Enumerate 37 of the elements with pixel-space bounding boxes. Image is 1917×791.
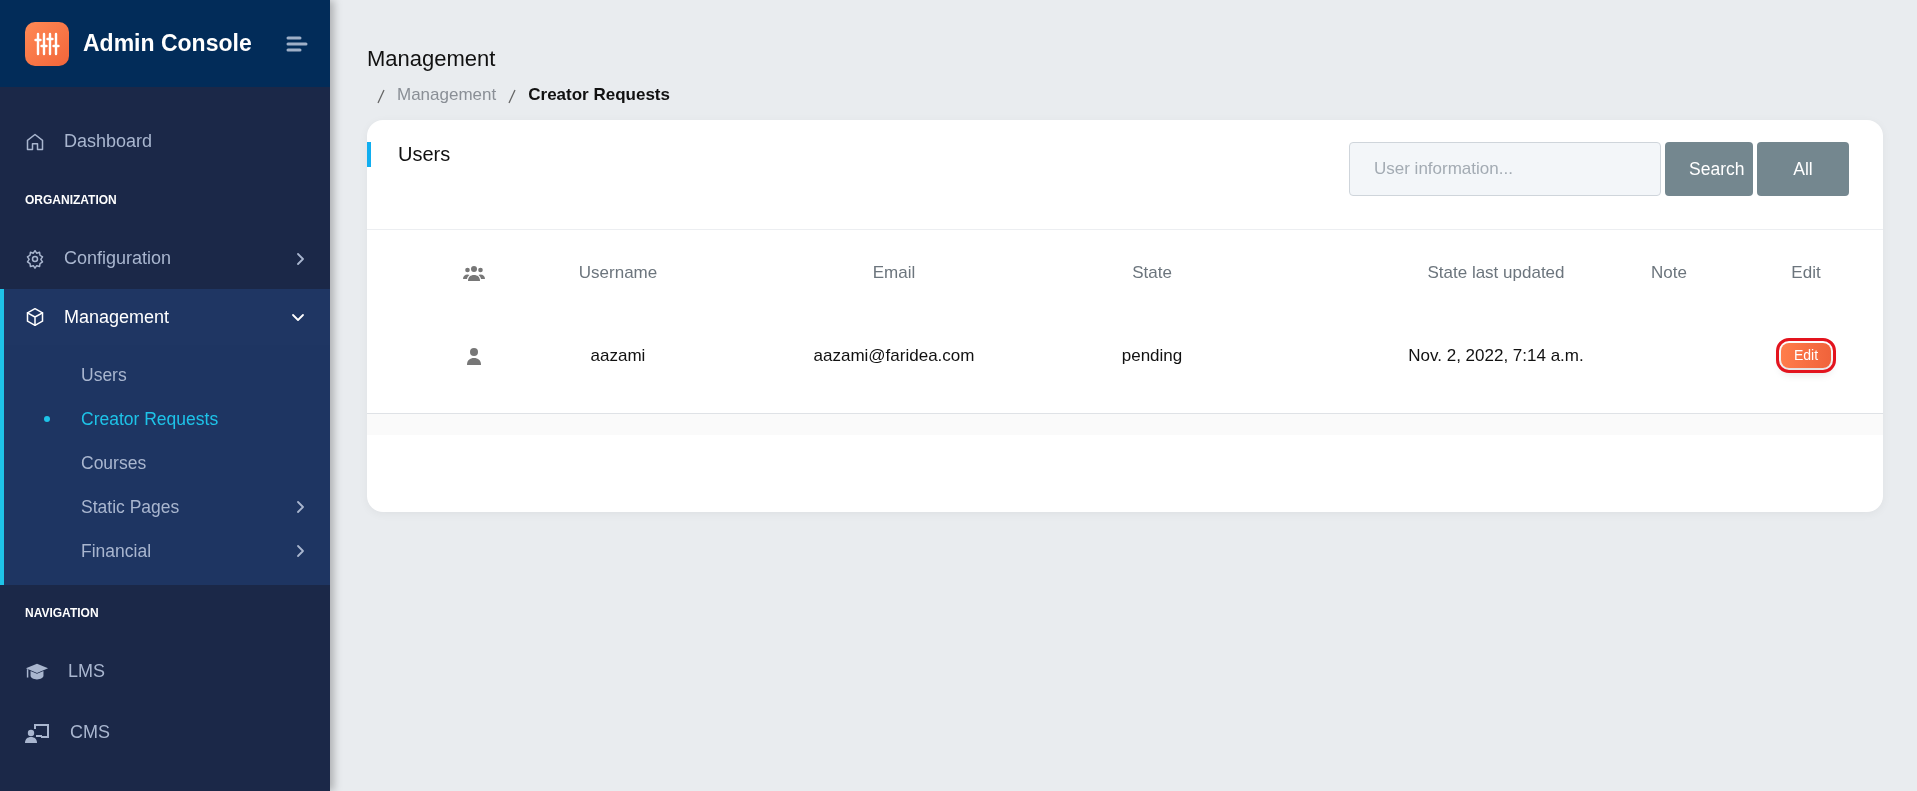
sidebar-item[interactable]: Configuration	[0, 228, 330, 289]
graduation-cap-icon	[25, 661, 49, 682]
search-field[interactable]: User information...	[1349, 141, 1661, 196]
all-button[interactable]: All	[1757, 141, 1849, 196]
presentation-icon	[25, 721, 51, 744]
sidebar-item[interactable]: LMS	[0, 641, 330, 702]
column-header: Email	[872, 262, 916, 285]
submenu-item[interactable]: Users	[4, 353, 330, 397]
logo-icon	[25, 21, 69, 66]
cube-icon	[25, 307, 45, 327]
settings-icon	[25, 248, 45, 269]
page-title: Management	[367, 46, 497, 73]
breadcrumb-current: Creator Requests	[528, 84, 670, 107]
column-header: Note	[1651, 262, 1687, 285]
table-cell-text: aazami	[590, 345, 646, 368]
table-cell-text: pending	[1121, 345, 1183, 368]
submenu-item[interactable]: Creator Requests	[4, 397, 330, 441]
submenu-item[interactable]: Financial	[4, 529, 330, 573]
section-heading: ORGANIZATION	[24, 192, 118, 209]
column-header: State	[1132, 262, 1172, 285]
home-icon	[25, 131, 45, 152]
submenu-item[interactable]: Courses	[4, 441, 330, 485]
column-header: State last updated	[1427, 262, 1565, 285]
users-icon	[463, 264, 485, 281]
menu-icon[interactable]	[286, 35, 308, 52]
section-heading: NAVIGATION	[24, 605, 100, 622]
sidebar-item[interactable]: Dashboard	[0, 111, 330, 172]
user-icon	[466, 346, 482, 365]
sidebar-item[interactable]: Management	[4, 289, 330, 345]
search-button[interactable]: Search	[1665, 141, 1753, 196]
sidebar-item[interactable]: CMS	[0, 702, 330, 763]
column-header: Username	[578, 262, 658, 285]
column-header: Edit	[1791, 262, 1821, 285]
submenu-item[interactable]: Static Pages	[4, 485, 330, 529]
brand-title: Admin Console	[83, 29, 253, 59]
table-cell-text: aazami@faridea.com	[813, 345, 975, 368]
table-cell-text: Nov. 2, 2022, 7:14 a.m.	[1408, 345, 1584, 368]
